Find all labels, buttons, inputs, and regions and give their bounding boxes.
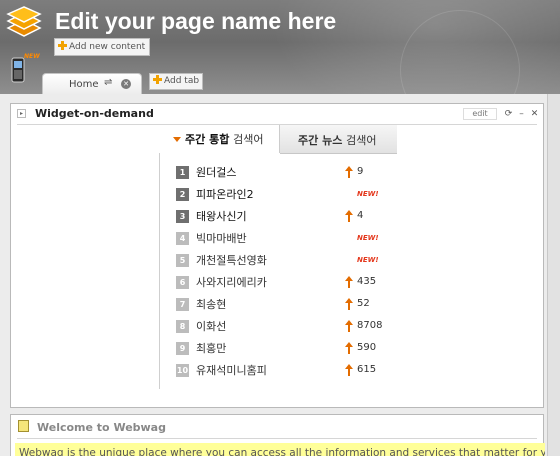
rank-change-value: 4 [357,210,364,221]
divider [17,438,537,439]
search-term-link[interactable]: 최송현 [196,296,226,312]
move-arrows-icon[interactable]: ⇌ [104,77,112,88]
search-term-link[interactable]: 이화선 [196,318,226,334]
welcome-text: Webwag is the unique place where you can… [15,443,545,456]
webwag-logo-icon[interactable] [4,6,44,42]
plus-icon [153,75,162,84]
search-term-link[interactable]: 빅마마배반 [196,230,247,246]
rank-change-value: 52 [357,298,370,309]
list-item[interactable]: 6 사와지리에리카 435 [174,274,394,292]
tab-label: 주간 뉴스 검색어 [298,134,377,147]
new-badge: NEW! [357,256,379,264]
rank-number: 4 [176,232,189,245]
search-term-link[interactable]: 유재석미니홈피 [196,362,267,378]
rank-number: 8 [176,320,189,333]
list-item[interactable]: 7 최송현 52 [174,296,394,314]
rank-number: 7 [176,298,189,311]
rank-number: 5 [176,254,189,267]
collapse-icon[interactable]: ▸ [17,109,26,118]
tab-home[interactable]: Home ⇌ ✕ [42,73,142,94]
close-icon[interactable]: ✕ [121,79,131,89]
tab-label: 주간 통합 검색어 [185,133,264,146]
header: NEW Edit your page name here Add new con… [0,0,560,94]
rank-change-value: 435 [357,276,377,287]
tab-weekly-news-search[interactable]: 주간 뉴스 검색어 [280,125,397,154]
add-content-label: Add new content [69,42,146,52]
rank-number: 3 [176,210,189,223]
new-badge: NEW! [357,190,379,198]
rank-change-value: 8708 [357,320,383,331]
search-term-link[interactable]: 최홍만 [196,340,226,356]
rank-number: 9 [176,342,189,355]
up-arrow-icon [345,342,353,354]
scrollbar[interactable] [547,94,560,456]
new-badge: NEW! [357,234,379,242]
rank-number: 6 [176,276,189,289]
page-title[interactable]: Edit your page name here [55,8,336,35]
up-arrow-icon [345,210,353,222]
divider [159,153,160,389]
up-arrow-icon [345,298,353,310]
add-content-button[interactable]: Add new content [54,38,151,56]
list-item[interactable]: 10 유재석미니홈피 615 [174,362,394,380]
up-arrow-icon [345,276,353,288]
minimize-icon[interactable]: – [516,109,527,120]
rank-number: 1 [176,166,189,179]
new-badge: NEW [24,53,40,60]
rank-change-value: 615 [357,364,377,375]
add-tab-button[interactable]: Add tab [149,73,204,90]
widget-edit-button[interactable]: edit [463,108,497,120]
list-item[interactable]: 8 이화선 8708 [174,318,394,336]
list-item[interactable]: 3 태왕사신기 4 [174,208,394,226]
list-item[interactable]: 2 피파온라인2 NEW! [174,186,394,204]
list-item[interactable]: 5 개천절특선영화 NEW! [174,252,394,270]
search-term-link[interactable]: 원더걸스 [196,164,236,180]
widget-title: Welcome to Webwag [37,421,166,434]
refresh-icon[interactable]: ⟳ [503,109,514,120]
rank-number: 10 [176,364,189,377]
close-icon[interactable]: ✕ [529,109,540,120]
plus-icon [58,41,67,50]
tab-weekly-total-search[interactable]: 주간 통합 검색어 [159,125,280,153]
welcome-widget: Welcome to Webwag Webwag is the unique p… [10,414,545,456]
up-arrow-icon [345,166,353,178]
list-item[interactable]: 4 빅마마배반 NEW! [174,230,394,248]
rank-number: 2 [176,188,189,201]
list-item[interactable]: 1 원더걸스 9 [174,164,394,182]
search-term-link[interactable]: 피파온라인2 [196,186,254,202]
list-item[interactable]: 9 최홍만 590 [174,340,394,358]
tab-home-label: Home [69,79,99,90]
dropdown-arrow-icon [173,137,181,142]
widget-on-demand: ▸ Widget-on-demand edit ⟳ – ✕ 주간 통합 검색어 … [10,103,544,408]
widget-titlebar[interactable]: ▸ Widget-on-demand edit ⟳ – ✕ [11,104,543,124]
rank-change-value: 9 [357,166,364,177]
search-term-link[interactable]: 태왕사신기 [196,208,247,224]
add-tab-label: Add tab [164,76,200,86]
widget-title: Widget-on-demand [35,107,154,120]
mobile-phone-icon[interactable] [10,57,26,83]
rank-change-value: 590 [357,342,377,353]
up-arrow-icon [345,320,353,332]
note-icon [18,420,29,432]
search-term-link[interactable]: 개천절특선영화 [196,252,267,268]
search-term-link[interactable]: 사와지리에리카 [196,274,267,290]
up-arrow-icon [345,364,353,376]
